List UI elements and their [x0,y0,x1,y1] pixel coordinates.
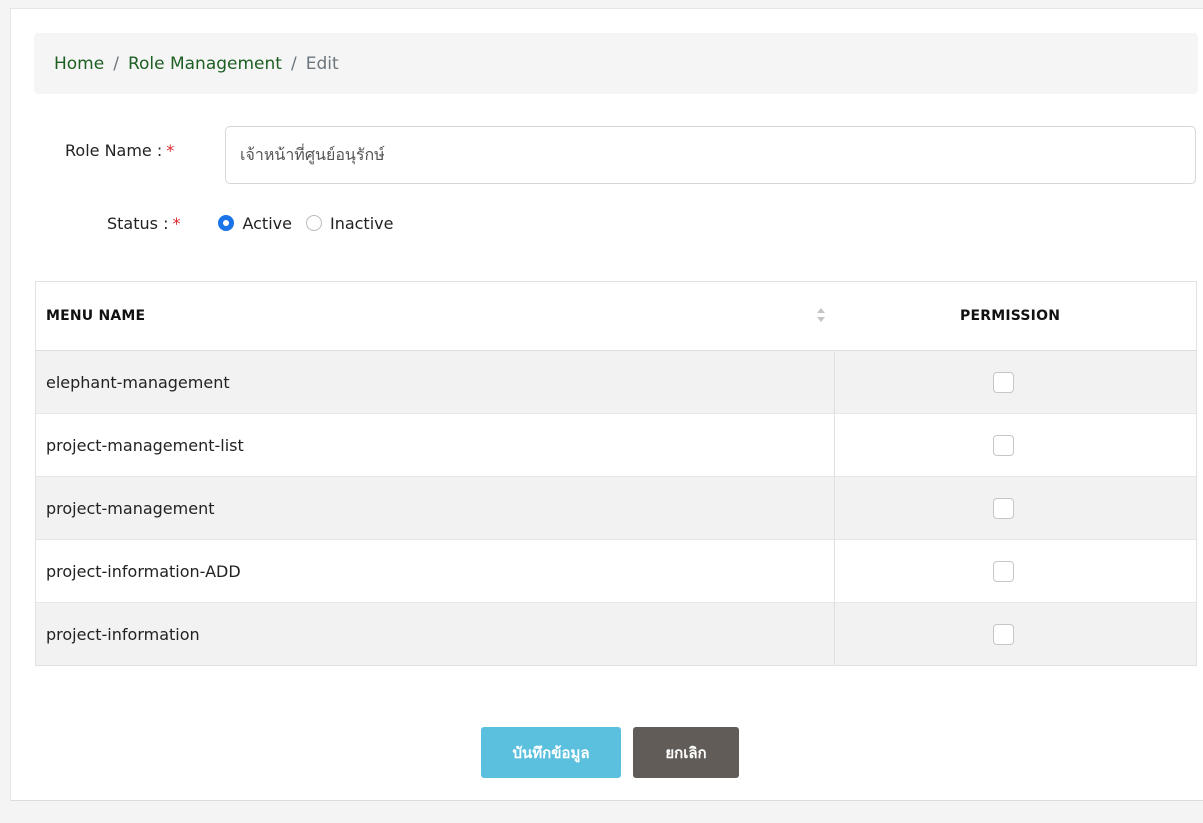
permission-checkbox[interactable] [993,371,1014,393]
menu-name-cell: project-information-ADD [46,561,241,581]
column-divider [834,477,835,539]
status-row: Status : * Active Inactive [107,211,393,235]
cancel-button[interactable]: ยกเลิก [633,727,739,778]
status-active-radio[interactable] [218,215,235,231]
table-row: elephant-management [36,351,1196,414]
breadcrumb-separator: / [113,53,119,74]
role-name-label: Role Name : * [65,141,175,160]
column-divider [834,540,835,602]
menu-name-cell: elephant-management [46,372,230,392]
breadcrumb-separator: / [290,53,297,74]
role-name-row: Role Name : * [11,126,1203,184]
permission-checkbox[interactable] [993,434,1014,456]
role-name-input[interactable] [225,126,1196,184]
breadcrumb-role-management-link[interactable]: Role Management [128,54,282,74]
status-active-label[interactable]: Active [242,214,292,233]
status-inactive-radio[interactable] [305,215,322,231]
status-inactive-label[interactable]: Inactive [330,214,394,233]
table-row: project-information-ADD [36,540,1196,603]
permission-table: MENU NAME PERMISSION elephant-management… [35,281,1197,666]
column-divider [834,603,835,665]
breadcrumb-current: Edit [305,53,339,74]
table-row: project-information [36,603,1196,665]
table-header: MENU NAME PERMISSION [36,282,1196,351]
breadcrumb: Home / Role Management / Edit [34,33,1198,94]
permission-header: PERMISSION [960,308,1061,324]
column-divider [834,351,835,413]
required-mark: * [166,141,175,160]
table-row: project-management-list [36,414,1196,477]
menu-name-header[interactable]: MENU NAME [46,308,145,324]
menu-name-cell: project-information [46,624,200,644]
permission-checkbox[interactable] [993,560,1014,582]
role-edit-page: Home / Role Management / Edit Role Name … [10,8,1203,801]
permission-checkbox[interactable] [993,623,1014,645]
save-button[interactable]: บันทึกข้อมูล [481,727,621,778]
status-label: Status : * [107,213,181,233]
menu-name-cell: project-management-list [46,435,244,455]
table-row: project-management [36,477,1196,540]
sort-icon[interactable] [816,306,826,324]
breadcrumb-home-link[interactable]: Home [54,54,104,74]
permission-checkbox[interactable] [993,497,1014,519]
menu-name-cell: project-management [46,498,215,518]
required-mark: * [172,213,181,233]
column-divider [834,414,835,476]
